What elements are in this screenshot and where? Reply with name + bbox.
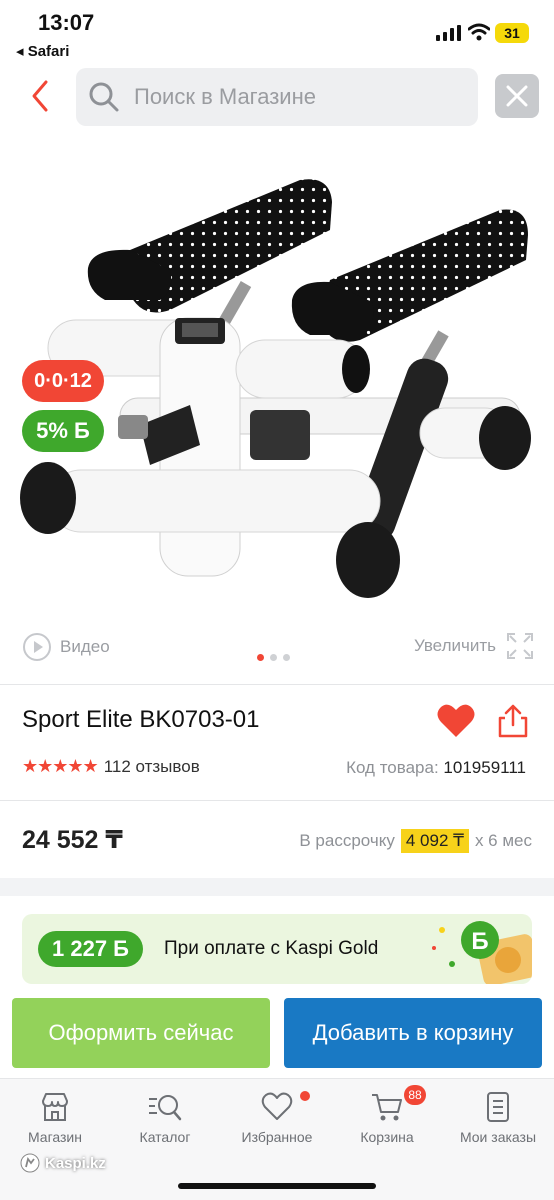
- catalog-icon: [149, 1095, 182, 1121]
- rating-stars-icon: ★★★★★: [22, 756, 99, 776]
- search-icon: [89, 82, 119, 112]
- video-label: Видео: [60, 637, 110, 656]
- back-to-safari-link[interactable]: ◂ Safari: [16, 42, 69, 60]
- product-code-value: 101959111: [443, 758, 526, 777]
- zoom-button[interactable]: Увеличить: [414, 632, 534, 660]
- play-icon: [23, 633, 51, 661]
- product-code-label: Код товара:: [346, 758, 439, 777]
- buy-now-button[interactable]: Оформить сейчас: [12, 998, 270, 1068]
- divider: [0, 684, 554, 685]
- share-icon[interactable]: [496, 703, 530, 739]
- search-box[interactable]: [76, 68, 478, 126]
- back-arrow-icon[interactable]: [24, 78, 60, 114]
- installment-term: х 6 мес: [474, 831, 532, 850]
- media-controls: Видео Увеличить: [0, 628, 554, 668]
- video-button[interactable]: Видео: [22, 632, 110, 662]
- kaspi-logo-icon: [20, 1153, 40, 1173]
- product-price: 24 552 ₸: [22, 826, 123, 854]
- tab-catalog[interactable]: Каталог: [110, 1091, 220, 1145]
- pager-dot: [270, 654, 277, 661]
- status-time: 13:07: [38, 10, 95, 35]
- cellular-signal-icon: [436, 25, 461, 41]
- image-pager-dots: [257, 654, 290, 661]
- product-code: Код товара: 101959111: [346, 758, 526, 778]
- gold-bonus-badge: 1 227 Б: [38, 931, 143, 967]
- divider: [0, 800, 554, 801]
- bonus-badge: 5% Б: [22, 410, 104, 452]
- tab-label: Избранное: [241, 1129, 313, 1145]
- search-input[interactable]: [134, 68, 464, 126]
- kaspi-gold-card-icon: Б: [432, 921, 532, 984]
- watermark-text: Kaspi.kz: [45, 1154, 106, 1172]
- expand-icon: [507, 633, 533, 659]
- tab-orders[interactable]: Мои заказы: [443, 1091, 553, 1145]
- reviews-count: 112 отзывов: [103, 756, 200, 776]
- tab-cart[interactable]: 88 Корзина: [332, 1085, 442, 1145]
- tab-label: Каталог: [139, 1129, 191, 1145]
- installment-amount: 4 092 ₸: [400, 829, 469, 853]
- tab-label: Магазин: [27, 1129, 82, 1145]
- product-title: Sport Elite BK0703-01: [22, 706, 260, 733]
- tab-label: Корзина: [360, 1129, 414, 1145]
- gold-promo-text: При оплате с Kaspi Gold: [164, 938, 379, 959]
- bottom-tab-bar: Магазин Каталог Избранное 88 Корзина Мои…: [0, 1078, 554, 1200]
- notification-dot: [300, 1091, 310, 1101]
- installment-info: В рассрочку 4 092 ₸ х 6 мес: [299, 829, 532, 853]
- zoom-label: Увеличить: [414, 636, 496, 655]
- home-indicator[interactable]: [178, 1183, 376, 1189]
- pager-dot: [283, 654, 290, 661]
- status-bar: 13:07 ◂ Safari 31: [0, 0, 554, 62]
- svg-text:Б: Б: [471, 928, 488, 955]
- heart-icon: [261, 1092, 293, 1120]
- clear-search-button[interactable]: [495, 74, 539, 118]
- installment-badge: 0·0·12: [22, 360, 104, 402]
- pager-dot-active: [257, 654, 264, 661]
- section-separator: [0, 878, 554, 896]
- rating-row[interactable]: ★★★★★ 112 отзывов: [22, 756, 200, 777]
- tab-label: Мои заказы: [459, 1129, 537, 1145]
- close-icon: [506, 85, 528, 107]
- search-header: [0, 66, 554, 128]
- tab-store[interactable]: Магазин: [0, 1091, 110, 1145]
- cart-icon: [372, 1094, 402, 1121]
- kaspi-gold-promo[interactable]: 1 227 Б При оплате с Kaspi Gold Б: [22, 914, 532, 984]
- favorite-heart-icon[interactable]: [436, 703, 476, 739]
- tab-favorites[interactable]: Избранное: [222, 1091, 332, 1145]
- battery-indicator: 31: [495, 23, 529, 43]
- orders-icon: [487, 1092, 509, 1122]
- kaspi-watermark: Kaspi.kz: [20, 1153, 106, 1173]
- add-to-cart-button[interactable]: Добавить в корзину: [284, 998, 542, 1068]
- cart-count-badge: 88: [404, 1085, 426, 1105]
- installment-label: В рассрочку: [299, 831, 395, 850]
- store-icon: [42, 1093, 68, 1121]
- wifi-icon: [468, 23, 490, 41]
